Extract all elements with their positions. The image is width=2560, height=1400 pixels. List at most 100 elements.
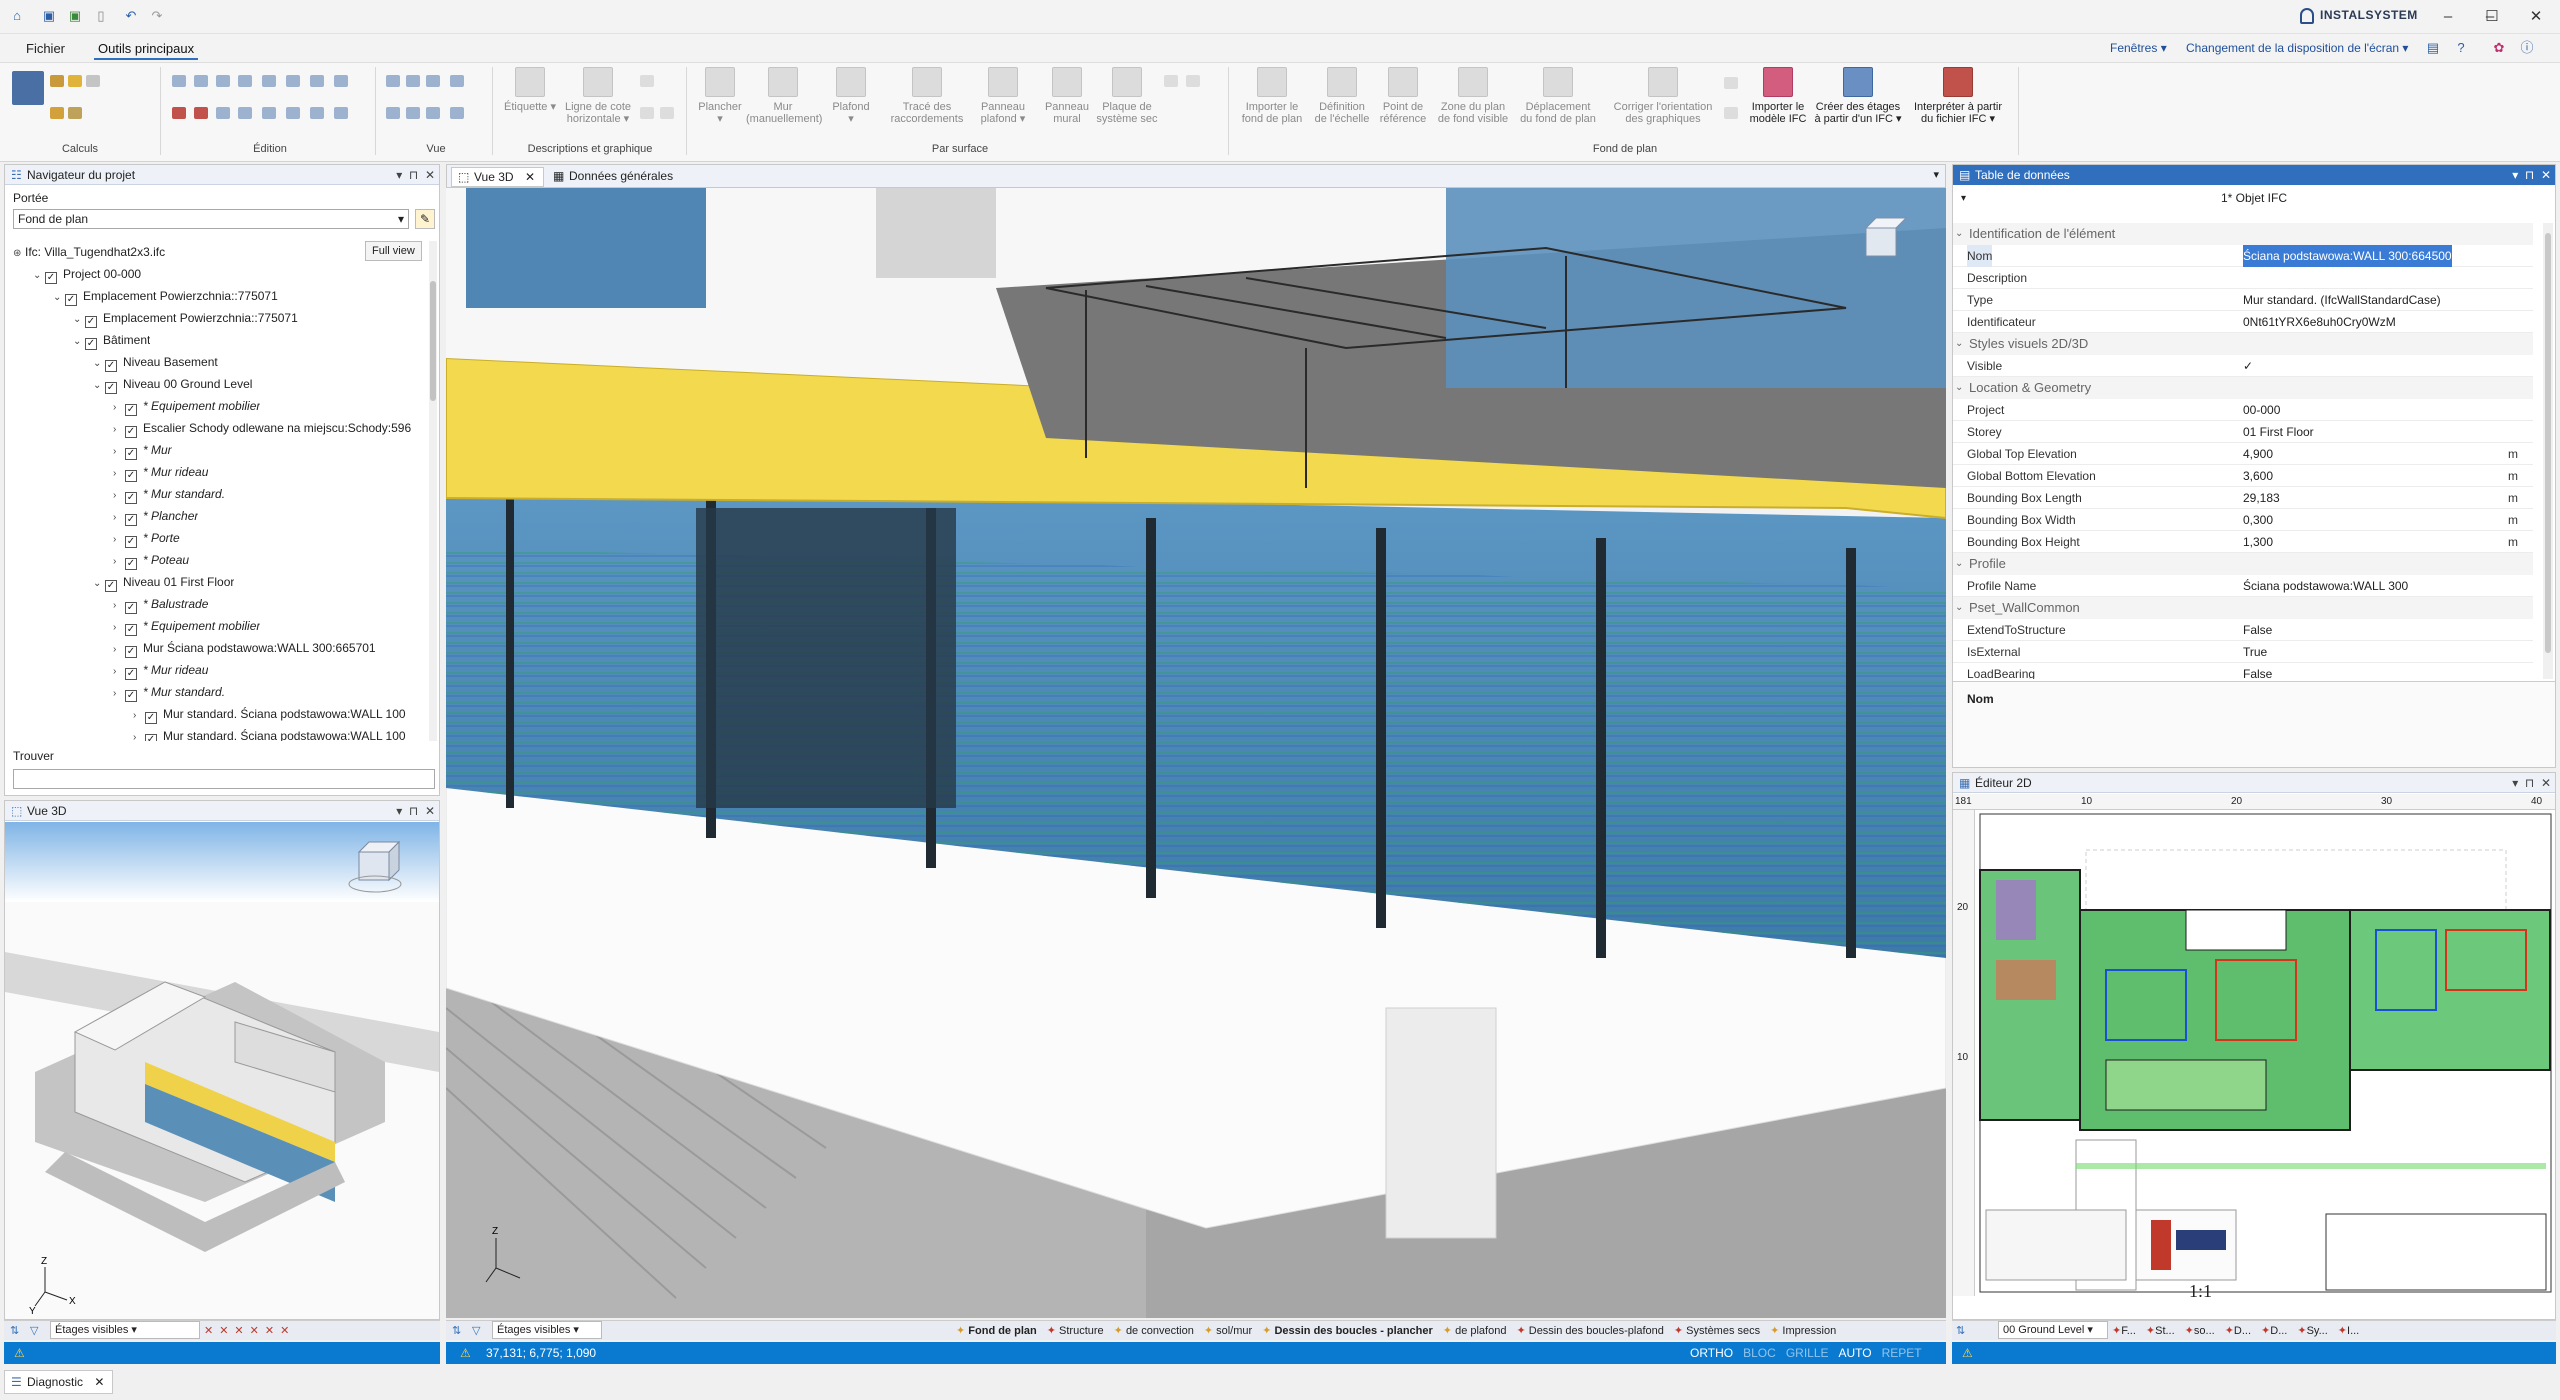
close-tab-icon[interactable]: ✕ xyxy=(525,170,535,184)
expand-toggle-icon[interactable]: › xyxy=(113,485,125,505)
tree-row[interactable]: › ✓ * Poteau xyxy=(113,549,189,571)
tree-row[interactable]: ⌄ ✓ Project 00-000 xyxy=(33,263,141,285)
expand-toggle-icon[interactable]: ⌄ xyxy=(73,331,85,351)
layer-toggle-icons[interactable]: ✕✕✕✕✕✕ xyxy=(204,1321,295,1341)
layer-toggle[interactable]: ✦ Dessin des boucles - plancher xyxy=(1262,1325,1433,1337)
warning-icon[interactable]: ⚠ xyxy=(1962,1342,1973,1364)
align-icon[interactable] xyxy=(262,75,276,87)
visibility-checkbox[interactable]: ✓ xyxy=(105,382,117,394)
layer-toggle[interactable]: ✦Sy... xyxy=(2297,1325,2327,1337)
expand-toggle-icon[interactable]: › xyxy=(113,595,125,615)
property-value[interactable]: True xyxy=(2243,641,2267,663)
delete-icon[interactable] xyxy=(194,107,208,119)
expand-toggle-icon[interactable]: › xyxy=(133,705,145,725)
close-window-button[interactable]: ✕ xyxy=(2516,4,2556,30)
property-row[interactable]: Nom Ściana podstawowa:WALL 300:664500 xyxy=(1953,245,2533,267)
zoom-out-icon[interactable] xyxy=(406,75,420,87)
text-style-icon[interactable] xyxy=(640,107,654,119)
property-section-header[interactable]: ⌄ Styles visuels 2D/3D xyxy=(1953,333,2533,355)
mode-toggle-bloc[interactable]: BLOC xyxy=(1743,1346,1776,1360)
dry-system-plate-button[interactable]: Plaque de système sec xyxy=(1094,67,1160,125)
property-section-header[interactable]: ⌄ Location & Geometry xyxy=(1953,377,2533,399)
property-row[interactable]: IsExternal True xyxy=(1953,641,2533,663)
tree-row[interactable]: › ✓ * Porte xyxy=(113,527,180,549)
ceiling-button[interactable]: Plafond ▾ xyxy=(820,67,882,125)
scope-select[interactable]: Fond de plan ▾ xyxy=(13,209,409,229)
bg-tool-2-icon[interactable] xyxy=(1724,107,1738,119)
import-ifc-button[interactable]: Importer le modèle IFC xyxy=(1742,67,1814,125)
calc-tool-4-icon[interactable] xyxy=(50,107,64,119)
layer-toggle[interactable]: ✦ Fond de plan xyxy=(956,1325,1037,1337)
visibility-checkbox[interactable]: ✓ xyxy=(145,734,157,741)
layer-toggle[interactable]: ✦ Systèmes secs xyxy=(1674,1325,1760,1337)
visibility-checkbox[interactable]: ✓ xyxy=(125,470,137,482)
property-scrollbar[interactable] xyxy=(2543,223,2553,679)
create-storeys-ifc-button[interactable]: Créer des étages à partir d'un IFC ▾ xyxy=(1812,67,1904,125)
diagnostic-tab[interactable]: ☰ Diagnostic ✕ xyxy=(4,1370,114,1394)
expand-toggle-icon[interactable]: › xyxy=(113,441,125,461)
wall-manual-button[interactable]: Mur (manuellement) xyxy=(746,67,822,125)
calc-tool-5-icon[interactable] xyxy=(68,107,82,119)
expand-toggle-icon[interactable]: › xyxy=(113,661,125,681)
tree-row[interactable]: › ✓ * Mur standard. xyxy=(113,483,225,505)
pan-icon[interactable] xyxy=(450,107,464,119)
tree-row[interactable]: › ✓ * Mur xyxy=(113,439,172,461)
app-home-icon[interactable]: ⌂ xyxy=(8,7,26,25)
expand-toggle-icon[interactable]: › xyxy=(113,639,125,659)
tab-main-tools[interactable]: Outils principaux xyxy=(94,39,199,60)
property-row[interactable]: Project 00-000 xyxy=(1953,399,2533,421)
array-icon[interactable] xyxy=(310,75,324,87)
visible-levels-select[interactable]: Étages visibles ▾ xyxy=(50,1321,200,1339)
zoom-prev-icon[interactable] xyxy=(406,107,420,119)
zoom-all-icon[interactable] xyxy=(386,107,400,119)
expand-toggle-icon[interactable]: › xyxy=(113,463,125,483)
community-icon[interactable]: ✿ xyxy=(2490,39,2508,57)
calculation-icon[interactable] xyxy=(12,71,44,105)
main-3d-viewport[interactable]: Z xyxy=(446,188,1946,1318)
tree-row[interactable]: ⌄ ✓ Emplacement Powierzchnia::775071 xyxy=(73,307,298,329)
rotate-icon[interactable] xyxy=(216,75,230,87)
2d-floor-plan-canvas[interactable] xyxy=(1976,810,2555,1296)
property-row[interactable]: Profile Name Ściana podstawowa:WALL 300 xyxy=(1953,575,2533,597)
redo-icon[interactable]: ↷ xyxy=(148,7,166,25)
window-layout-icon[interactable]: ▤ xyxy=(2424,39,2442,57)
property-value[interactable]: ✓ xyxy=(2243,355,2253,377)
tab-3d-view[interactable]: ⬚ Vue 3D ✕ xyxy=(451,167,544,187)
property-row[interactable]: Global Top Elevation 4,900 m xyxy=(1953,443,2533,465)
property-value[interactable]: Mur standard. (IfcWallStandardCase) xyxy=(2243,289,2441,311)
save-as-icon[interactable]: ▣ xyxy=(66,7,84,25)
calc-tool-3-icon[interactable] xyxy=(86,75,100,87)
property-row[interactable]: Type Mur standard. (IfcWallStandardCase) xyxy=(1953,289,2533,311)
small-3d-viewport[interactable]: Z X Y xyxy=(5,822,439,1319)
visibility-checkbox[interactable]: ✓ xyxy=(125,646,137,658)
visibility-checkbox[interactable]: ✓ xyxy=(125,536,137,548)
level-up-icon[interactable]: ⇅ xyxy=(1956,1321,1965,1341)
paste-icon[interactable] xyxy=(194,75,208,87)
visible-levels-select[interactable]: Étages visibles ▾ xyxy=(492,1321,602,1339)
mode-toggle-grille[interactable]: GRILLE xyxy=(1786,1346,1829,1360)
expand-toggle-icon[interactable]: › xyxy=(113,683,125,703)
layer-toggle[interactable]: ✦ Structure xyxy=(1047,1325,1104,1337)
tree-row[interactable]: › ✓ * Balustrade xyxy=(113,593,208,615)
panel-controls[interactable]: ▾ ⊓ ✕ xyxy=(2512,165,2551,185)
tree-row[interactable]: › ✓ * Equipement mobilier xyxy=(113,395,260,417)
mode-toggle-ortho[interactable]: ORTHO xyxy=(1690,1346,1733,1360)
dimension-line-button[interactable]: Ligne de cote horizontale ▾ xyxy=(558,67,638,125)
layer-toggle[interactable]: ✦ sol/mur xyxy=(1204,1325,1252,1337)
level-up-icon[interactable]: ⇅ xyxy=(10,1321,19,1341)
expand-toggle-icon[interactable]: ⌄ xyxy=(53,287,65,307)
group-icon[interactable] xyxy=(216,107,230,119)
select-icon[interactable] xyxy=(310,107,324,119)
layer-toggle[interactable]: ✦F... xyxy=(2112,1325,2136,1337)
property-value[interactable]: 1,300 xyxy=(2243,531,2273,553)
property-value[interactable]: False xyxy=(2243,619,2272,641)
distribute-icon[interactable] xyxy=(286,75,300,87)
tree-scrollbar[interactable] xyxy=(429,241,437,741)
property-value[interactable]: 3,600 xyxy=(2243,465,2273,487)
property-row[interactable]: Visible ✓ xyxy=(1953,355,2533,377)
view-options-icon[interactable] xyxy=(450,75,464,87)
tree-row[interactable]: ⊛ Ifc: Villa_Tugendhat2x3.ifc xyxy=(13,241,165,263)
table-icon[interactable] xyxy=(334,75,348,87)
property-value[interactable]: False xyxy=(2243,663,2272,679)
layer-toggle[interactable]: ✦ Dessin des boucles-plafond xyxy=(1516,1325,1663,1337)
